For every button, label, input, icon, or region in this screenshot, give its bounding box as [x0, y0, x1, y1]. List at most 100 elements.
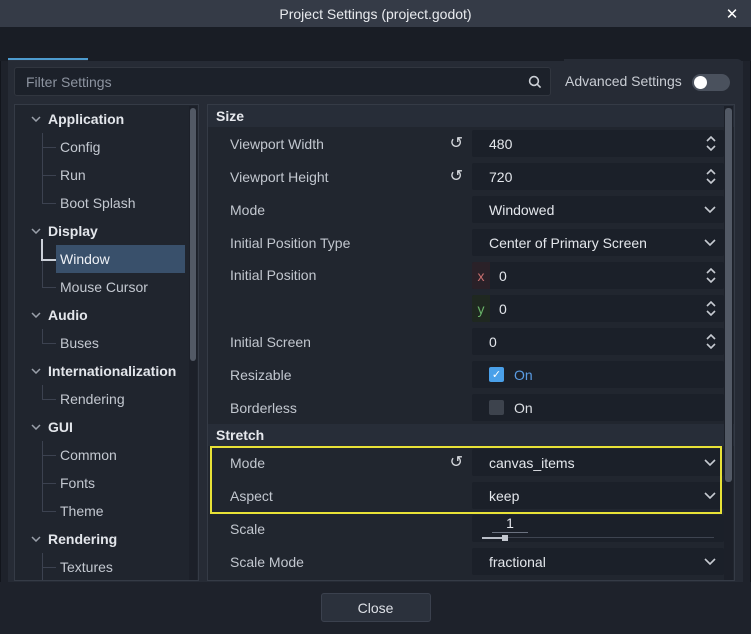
tree-guide-line	[34, 189, 56, 217]
initial-screen-spinbox[interactable]: 0	[472, 328, 724, 355]
setting-row-borderless: Borderless On	[208, 391, 734, 424]
search-input[interactable]	[14, 67, 551, 96]
checkbox-label: On	[514, 367, 533, 383]
setting-row-viewport-width: Viewport Width↺ 480	[208, 127, 734, 160]
slider-grabber[interactable]	[502, 535, 508, 541]
tree-item-label: Textures	[56, 553, 185, 581]
tree-item-label: Boot Splash	[56, 189, 185, 217]
tree-category-gui[interactable]: GUI	[15, 413, 198, 441]
chevron-down-icon[interactable]	[704, 206, 716, 213]
setting-row-initial-position: Initial Position x 0 y 0	[208, 259, 734, 325]
section-header-stretch: Stretch	[208, 424, 734, 446]
setting-label: Viewport Height	[230, 169, 329, 185]
setting-row-initial-screen: Initial Screen 0	[208, 325, 734, 358]
scrollbar-thumb[interactable]	[725, 108, 732, 482]
setting-row-initial-position-type: Initial Position Type Center of Primary …	[208, 226, 734, 259]
slider-track[interactable]	[482, 534, 714, 542]
mode-dropdown[interactable]: Windowed	[472, 196, 724, 223]
search-icon	[527, 74, 543, 90]
tree-category-application[interactable]: Application	[15, 105, 198, 133]
initial-position-y-spinbox[interactable]: y 0	[472, 295, 724, 322]
setting-label: Initial Position	[230, 259, 316, 292]
tree-item-config[interactable]: Config	[15, 133, 198, 161]
advanced-settings-toggle[interactable]	[692, 74, 730, 91]
checkbox-icon[interactable]	[489, 400, 504, 415]
borderless-checkbox-row[interactable]: On	[472, 394, 724, 421]
spinner-updown-icon[interactable]	[706, 334, 716, 349]
sidebar-scrollbar[interactable]	[189, 106, 197, 580]
spinbox-value: 480	[480, 136, 706, 152]
dialog-footer: Close	[0, 582, 751, 634]
spinbox-value: 0	[490, 301, 706, 317]
tree-guide-line	[34, 329, 56, 357]
close-icon[interactable]: ✕	[722, 4, 742, 24]
tree-item-mouse-cursor[interactable]: Mouse Cursor	[15, 273, 198, 301]
chevron-down-icon	[31, 536, 41, 542]
tree-item-rendering[interactable]: Rendering	[15, 385, 198, 413]
chevron-down-icon	[31, 228, 41, 234]
tree-item-run[interactable]: Run	[15, 161, 198, 189]
tree-item-label: Mouse Cursor	[56, 273, 185, 301]
revert-icon[interactable]: ↺	[450, 136, 463, 152]
scale-spin-slider[interactable]: 1	[472, 515, 724, 542]
settings-panel: Size Viewport Width↺ 480 Viewport Height…	[207, 104, 735, 581]
revert-icon[interactable]: ↺	[450, 455, 463, 471]
tree-item-label: Buses	[56, 329, 185, 357]
tree-item-buses[interactable]: Buses	[15, 329, 198, 357]
title-bar: Project Settings (project.godot) ✕	[0, 0, 751, 27]
initial-position-x-spinbox[interactable]: x 0	[472, 262, 724, 289]
initial-position-type-dropdown[interactable]: Center of Primary Screen	[472, 229, 724, 256]
dropdown-value: fractional	[480, 554, 704, 570]
scale-mode-dropdown[interactable]: fractional	[472, 548, 724, 575]
viewport-width-spinbox[interactable]: 480	[472, 130, 724, 157]
tree-item-label: Display	[48, 223, 98, 239]
tree-item-label: Audio	[48, 307, 88, 323]
spinner-updown-icon[interactable]	[706, 169, 716, 184]
scrollbar-thumb[interactable]	[190, 108, 196, 361]
dialog-title: Project Settings (project.godot)	[279, 6, 471, 22]
tree-category-rendering[interactable]: Rendering	[15, 525, 198, 553]
spinner-updown-icon[interactable]	[706, 268, 716, 283]
tree-guide-line	[34, 553, 56, 581]
panel-scrollbar[interactable]	[724, 106, 733, 581]
setting-row-resizable: Resizable ✓ On	[208, 358, 734, 391]
chevron-down-icon	[31, 312, 41, 318]
setting-row-viewport-height: Viewport Height ↺ 720	[208, 160, 734, 193]
section-header-size: Size	[208, 105, 734, 127]
tree-item-common[interactable]: Common	[15, 441, 198, 469]
tree-item-fonts[interactable]: Fonts	[15, 469, 198, 497]
check-glyph: ✓	[492, 368, 501, 381]
resizable-checkbox-row[interactable]: ✓ On	[472, 361, 724, 388]
setting-row-mode: Mode Windowed	[208, 193, 734, 226]
revert-icon[interactable]: ↺	[450, 169, 463, 185]
chevron-down-icon[interactable]	[704, 239, 716, 246]
spinbox-value: 0	[490, 268, 706, 284]
chevron-down-icon[interactable]	[704, 459, 716, 466]
tree-item-theme[interactable]: Theme	[15, 497, 198, 525]
stretch-aspect-dropdown[interactable]: keep	[472, 482, 724, 509]
tree-item-label: Rendering	[56, 385, 185, 413]
chevron-down-icon[interactable]	[704, 492, 716, 499]
setting-row-stretch-scale: Scale 1	[208, 512, 734, 545]
stretch-mode-dropdown[interactable]: canvas_items	[472, 449, 724, 476]
chevron-down-icon	[31, 116, 41, 122]
tree-item-textures[interactable]: Textures	[15, 553, 198, 581]
y-axis-label: y	[472, 295, 490, 322]
viewport-height-spinbox[interactable]: 720	[472, 163, 724, 190]
spinner-updown-icon[interactable]	[706, 301, 716, 316]
tree-item-label: Run	[56, 161, 185, 189]
spinbox-value: 0	[480, 334, 706, 350]
close-button[interactable]: Close	[321, 593, 431, 622]
checkbox-icon[interactable]: ✓	[489, 367, 504, 382]
tree-category-internationalization[interactable]: Internationalization	[15, 357, 198, 385]
tree-item-boot-splash[interactable]: Boot Splash	[15, 189, 198, 217]
section-title: Size	[216, 108, 244, 124]
tree-item-label: Internationalization	[48, 363, 176, 379]
setting-label: Mode	[230, 202, 265, 218]
spinner-updown-icon[interactable]	[706, 136, 716, 151]
tree-item-label: Config	[56, 133, 185, 161]
chevron-down-icon[interactable]	[704, 558, 716, 565]
tree-category-audio[interactable]: Audio	[15, 301, 198, 329]
tree-item-window[interactable]: Window	[15, 245, 198, 273]
setting-label: Initial Screen	[230, 334, 311, 350]
